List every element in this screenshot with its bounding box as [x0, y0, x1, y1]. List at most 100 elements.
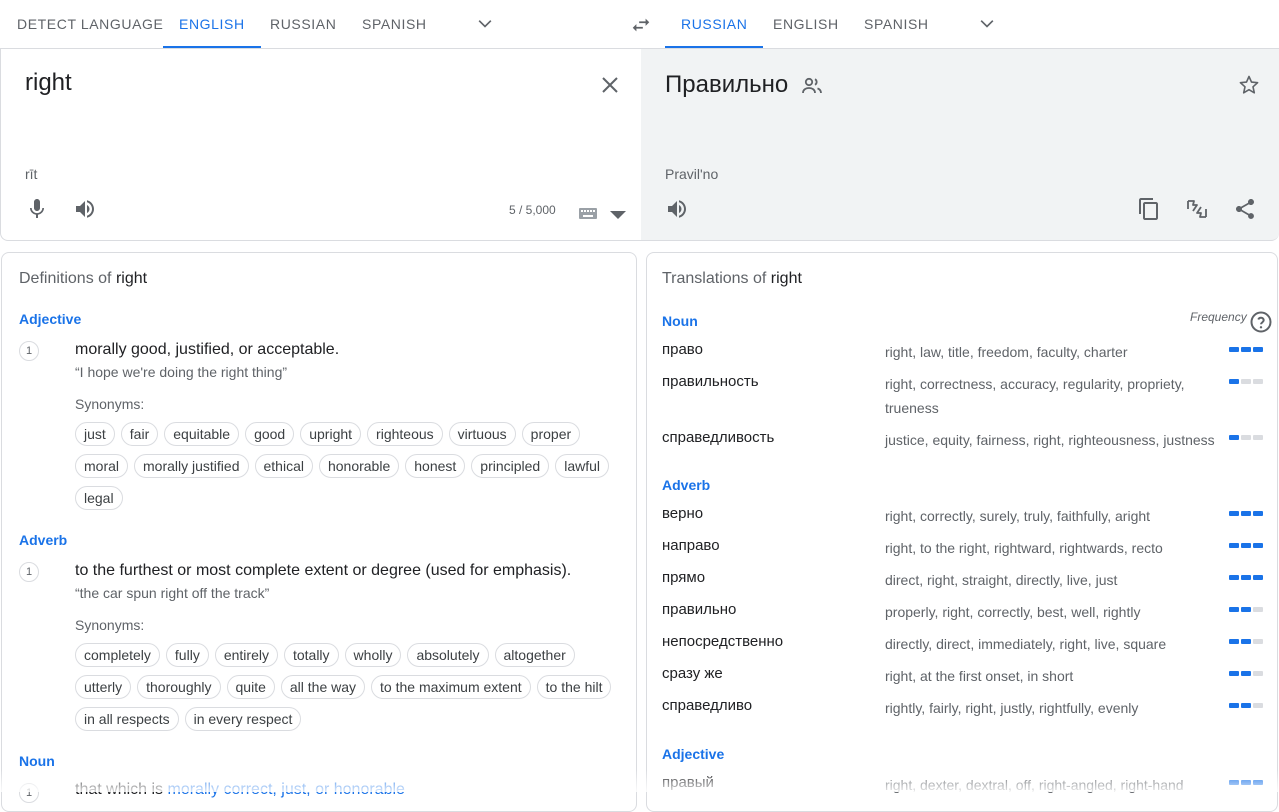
- synonym-chip[interactable]: equitable: [164, 422, 240, 446]
- tab-target-spanish[interactable]: SPANISH: [864, 0, 929, 48]
- frequency-bar-segment: [1241, 435, 1251, 440]
- frequency-bar-segment: [1253, 780, 1263, 785]
- definition-gloss-link[interactable]: morally correct, just, or honorable: [167, 781, 404, 798]
- definition-example: “the car spun right off the track”: [75, 585, 270, 601]
- synonym-chip[interactable]: lawful: [555, 454, 610, 478]
- synonym-chip[interactable]: proper: [521, 422, 581, 446]
- tab-target-russian[interactable]: RUSSIAN: [664, 0, 764, 48]
- synonym-chip[interactable]: virtuous: [448, 422, 516, 446]
- synonym-chip[interactable]: totally: [283, 643, 339, 667]
- translation-synonyms: right, correctly, surely, truly, faithfu…: [885, 508, 1151, 524]
- synonym-chip[interactable]: entirely: [214, 643, 278, 667]
- tab-source-russian[interactable]: RUSSIAN: [270, 0, 336, 48]
- definition-number: 1: [19, 341, 39, 361]
- translation-text: Правильно: [665, 71, 789, 98]
- translation-word[interactable]: сразу же: [662, 665, 723, 682]
- help-icon[interactable]: [1249, 310, 1272, 333]
- frequency-bar-segment: [1253, 543, 1263, 548]
- synonym-chip[interactable]: morally justified: [134, 454, 249, 478]
- frequency-bar-segment: [1229, 511, 1239, 516]
- synonym-chip[interactable]: wholly: [344, 643, 402, 667]
- definitions-title-prefix: Definitions of: [19, 270, 116, 287]
- frequency-bar-segment: [1229, 347, 1239, 352]
- synonyms-label: Synonyms:: [75, 617, 145, 633]
- frequency-bar-segment: [1229, 703, 1239, 708]
- source-text-input[interactable]: right: [25, 69, 72, 97]
- synonym-chip[interactable]: righteous: [367, 422, 443, 446]
- community-icon[interactable]: [800, 74, 824, 98]
- synonym-chip[interactable]: all the way: [280, 675, 366, 699]
- synonym-chip[interactable]: principled: [471, 454, 550, 478]
- pos-adverb: Adverb: [662, 477, 711, 493]
- frequency-bar-segment: [1253, 435, 1263, 440]
- synonym-chip[interactable]: legal: [75, 486, 123, 510]
- keyboard-icon[interactable]: [578, 201, 598, 219]
- translation-synonyms: right, law, title, freedom, faculty, cha…: [885, 344, 1128, 360]
- synonym-chip[interactable]: honest: [405, 454, 466, 478]
- synonym-chip[interactable]: honorable: [318, 454, 400, 478]
- target-speaker-icon[interactable]: [665, 197, 689, 221]
- translation-word[interactable]: прямо: [662, 569, 705, 586]
- definitions-title: Definitions of right: [19, 270, 147, 288]
- synonym-chip[interactable]: quite: [226, 675, 275, 699]
- frequency-bars: [1229, 703, 1263, 708]
- synonym-chip[interactable]: utterly: [75, 675, 132, 699]
- synonym-chip[interactable]: in all respects: [75, 707, 179, 731]
- synonym-chip[interactable]: in every respect: [184, 707, 302, 731]
- translation-word[interactable]: правый: [662, 774, 714, 791]
- synonym-chip[interactable]: moral: [75, 454, 129, 478]
- frequency-bar-segment: [1253, 607, 1263, 612]
- synonym-chip[interactable]: upright: [300, 422, 362, 446]
- frequency-bar-segment: [1241, 543, 1251, 548]
- target-more-languages-chevron-down-icon[interactable]: [977, 14, 997, 34]
- tab-source-english[interactable]: ENGLISH: [163, 0, 261, 48]
- synonym-chip[interactable]: good: [245, 422, 295, 446]
- source-more-languages-chevron-down-icon[interactable]: [475, 14, 495, 34]
- feedback-icon[interactable]: [1185, 197, 1209, 221]
- pos-noun: Noun: [662, 313, 698, 329]
- definition-gloss-text: that which is: [75, 781, 168, 798]
- translation-word[interactable]: непосредственно: [662, 633, 783, 650]
- synonym-chip[interactable]: fully: [165, 643, 209, 667]
- synonym-chip[interactable]: to the hilt: [536, 675, 612, 699]
- close-icon[interactable]: [598, 73, 622, 97]
- tab-target-english[interactable]: ENGLISH: [773, 0, 839, 48]
- frequency-bars: [1229, 435, 1263, 440]
- translation-word[interactable]: направо: [662, 537, 720, 554]
- frequency-label: Frequency: [1190, 310, 1247, 324]
- pos-adjective: Adjective: [19, 311, 82, 327]
- translation-word[interactable]: справедливо: [662, 697, 752, 714]
- translation-word[interactable]: справедливость: [662, 429, 774, 446]
- synonyms-list: just fair equitable good upright righteous vir…: [75, 422, 620, 510]
- definitions-title-word: right: [115, 270, 148, 287]
- synonym-chip[interactable]: to the maximum extent: [371, 675, 531, 699]
- source-pane: right rīt 5 / 5,000: [0, 49, 641, 241]
- synonym-chip[interactable]: just: [75, 422, 115, 446]
- synonym-chip[interactable]: fair: [120, 422, 159, 446]
- synonym-chip[interactable]: thoroughly: [137, 675, 221, 699]
- synonym-chip[interactable]: absolutely: [407, 643, 489, 667]
- tab-source-spanish[interactable]: SPANISH: [362, 0, 427, 48]
- share-icon[interactable]: [1233, 197, 1257, 221]
- character-count: 5 / 5,000: [509, 203, 556, 217]
- translation-word[interactable]: правильно: [662, 601, 736, 618]
- swap-icon[interactable]: [630, 14, 652, 36]
- frequency-bars: [1229, 347, 1263, 352]
- translations-title-prefix: Translations of: [662, 270, 771, 287]
- translation-word[interactable]: верно: [662, 505, 703, 522]
- synonym-chip[interactable]: ethical: [254, 454, 313, 478]
- synonym-chip[interactable]: completely: [75, 643, 160, 667]
- keyboard-chevron-down-icon[interactable]: [606, 203, 626, 219]
- star-icon[interactable]: [1237, 73, 1261, 97]
- copy-icon[interactable]: [1137, 197, 1161, 221]
- translations-title-word: right: [770, 270, 802, 287]
- synonym-chip[interactable]: altogether: [494, 643, 575, 667]
- speaker-icon[interactable]: [73, 197, 97, 221]
- translation-word[interactable]: право: [662, 341, 703, 358]
- tab-detect-language[interactable]: DETECT LANGUAGE: [17, 0, 163, 48]
- translation-word[interactable]: правильность: [662, 373, 759, 390]
- definition-gloss: morally good, justified, or acceptable.: [75, 341, 340, 358]
- pos-adverb: Adverb: [19, 532, 68, 548]
- frequency-bar-segment: [1229, 607, 1239, 612]
- microphone-icon[interactable]: [25, 197, 49, 221]
